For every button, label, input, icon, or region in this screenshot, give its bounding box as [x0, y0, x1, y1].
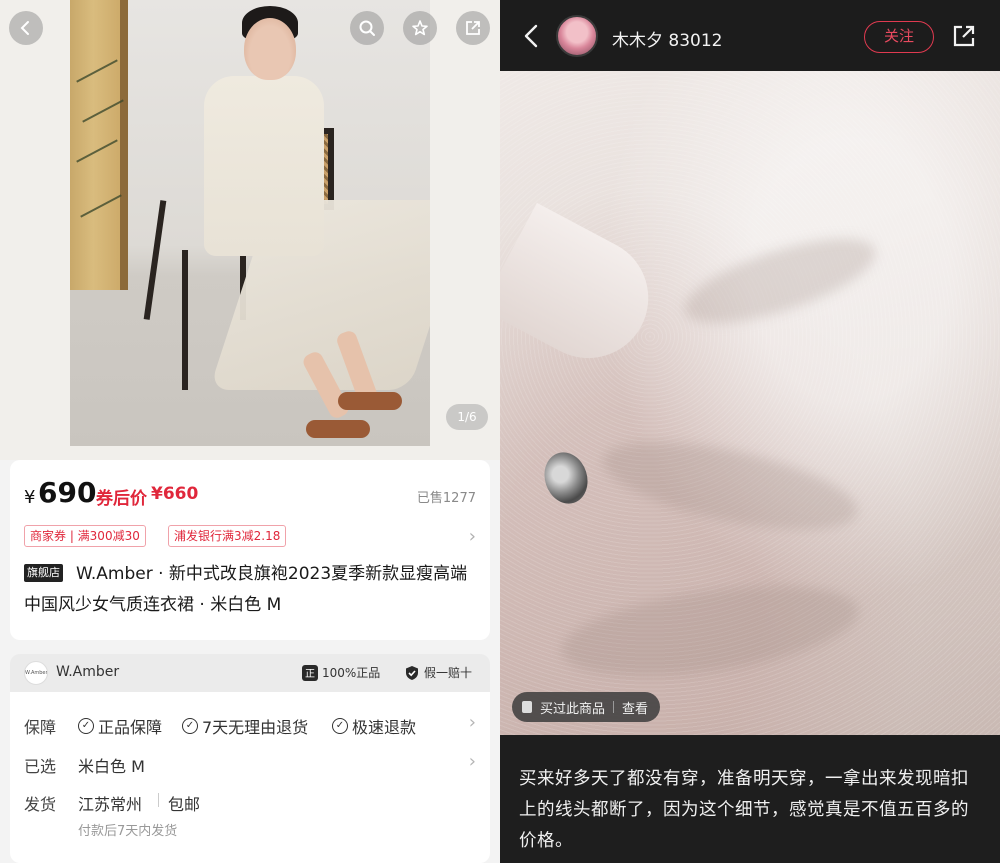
product-image-carousel[interactable]: 1/6 — [0, 0, 500, 460]
genuine-badge: 正 100%正品 — [302, 664, 380, 681]
shipping-note: 付款后7天内发货 — [78, 824, 178, 839]
check-circle-icon: ✓ — [332, 718, 348, 734]
check-circle-icon: ✓ — [78, 718, 94, 734]
guarantee-item: ✓ 极速退款 — [332, 714, 416, 738]
guarantee-text: 7天无理由退货 — [202, 718, 309, 737]
model-dress-top — [204, 76, 324, 256]
service-info-card: 保障 ✓ 正品保障 ✓ 7天无理由退货 ✓ 极速退款 › 已选 米白色 M › … — [10, 692, 490, 863]
ship-from: 江苏常州 — [78, 795, 143, 814]
username[interactable]: 木木夕 83012 — [612, 26, 722, 51]
price: 690 — [38, 476, 97, 509]
search-icon — [359, 20, 375, 36]
store-name[interactable]: W.Amber — [56, 664, 119, 680]
image-counter: 1/6 — [446, 404, 488, 430]
avatar[interactable] — [556, 15, 598, 57]
back-button[interactable] — [9, 11, 43, 45]
divider — [158, 793, 159, 807]
selected-label: 已选 — [24, 757, 57, 776]
bag-icon — [522, 701, 532, 713]
sandal — [338, 392, 402, 410]
selected-variant[interactable]: 米白色 M — [78, 753, 145, 777]
review-photo[interactable]: 买过此商品 查看 — [500, 71, 1000, 735]
currency-symbol: ¥ — [24, 487, 36, 508]
genuine-label: 100%正品 — [322, 666, 381, 680]
store-logo: W.Amber — [24, 661, 48, 685]
review-text: 买来好多天了都没有穿，准备明天穿，一拿出来发现暗扣上的线头都断了，因为这个细节，… — [519, 769, 969, 851]
price-card: ¥ 690 券后价 ¥660 已售1277 商家券 | 满300减30 浦发银行… — [10, 460, 490, 640]
check-circle-icon: ✓ — [182, 718, 198, 734]
product-title: W.Amber · 新中式改良旗袍2023夏季新款显瘦高端中国风少女气质连衣裙 … — [24, 564, 468, 615]
store-bar[interactable]: W.Amber W.Amber 正 100%正品 假一赔十 — [10, 654, 490, 692]
follow-button[interactable]: 关注 — [864, 21, 934, 53]
product-page: 1/6 ¥ 690 券后价 ¥660 已售1277 商家券 | 满300减30 … — [0, 0, 500, 863]
sold-count: 已售1277 — [416, 491, 476, 506]
product-photo — [70, 0, 430, 446]
review-page: 木木夕 83012 关注 买过此商品 查看 买来好多天了都没有穿，准备明天穿，一… — [500, 0, 1000, 863]
share-icon[interactable] — [952, 24, 976, 48]
favorite-button[interactable] — [403, 11, 437, 45]
bought-product-chip[interactable]: 买过此商品 查看 — [512, 692, 661, 722]
guarantee-text: 正品保障 — [98, 718, 163, 737]
sandal — [306, 420, 370, 438]
chair-leg — [182, 250, 188, 390]
chevron-left-icon — [20, 21, 29, 35]
chair-leg — [143, 200, 167, 320]
genuine-icon: 正 — [302, 664, 318, 681]
coupon-price: ¥660 — [151, 484, 199, 504]
divider — [613, 701, 615, 713]
model-face — [244, 18, 296, 80]
review-header: 木木夕 83012 关注 — [500, 0, 1000, 71]
chevron-right-icon[interactable]: › — [469, 751, 476, 772]
shipping-label: 发货 — [24, 795, 57, 814]
guarantee-item: ✓ 7天无理由退货 — [182, 714, 308, 738]
free-shipping: 包邮 — [168, 795, 201, 814]
guarantee-item: ✓ 正品保障 — [78, 714, 162, 738]
fake-compensation-label: 假一赔十 — [424, 666, 473, 680]
shield-check-icon — [406, 665, 418, 680]
chevron-right-icon[interactable]: › — [469, 526, 476, 547]
view-link[interactable]: 查看 — [622, 698, 648, 717]
search-button[interactable] — [350, 11, 384, 45]
coupon-tag[interactable]: 商家券 | 满300减30 — [24, 525, 146, 547]
share-button[interactable] — [456, 11, 490, 45]
fake-compensation-badge: 假一赔十 — [404, 664, 472, 681]
screen-frame-decor — [120, 0, 128, 290]
star-icon — [412, 20, 428, 36]
guarantee-text: 极速退款 — [352, 718, 417, 737]
chevron-left-icon[interactable] — [520, 22, 544, 50]
guarantee-label: 保障 — [24, 718, 57, 737]
bank-offer-tag[interactable]: 浦发银行满3减2.18 — [168, 525, 287, 547]
coupon-price-label: 券后价 — [96, 489, 147, 509]
chevron-right-icon[interactable]: › — [469, 712, 476, 733]
share-icon — [466, 21, 480, 35]
bought-label: 买过此商品 — [540, 701, 606, 717]
